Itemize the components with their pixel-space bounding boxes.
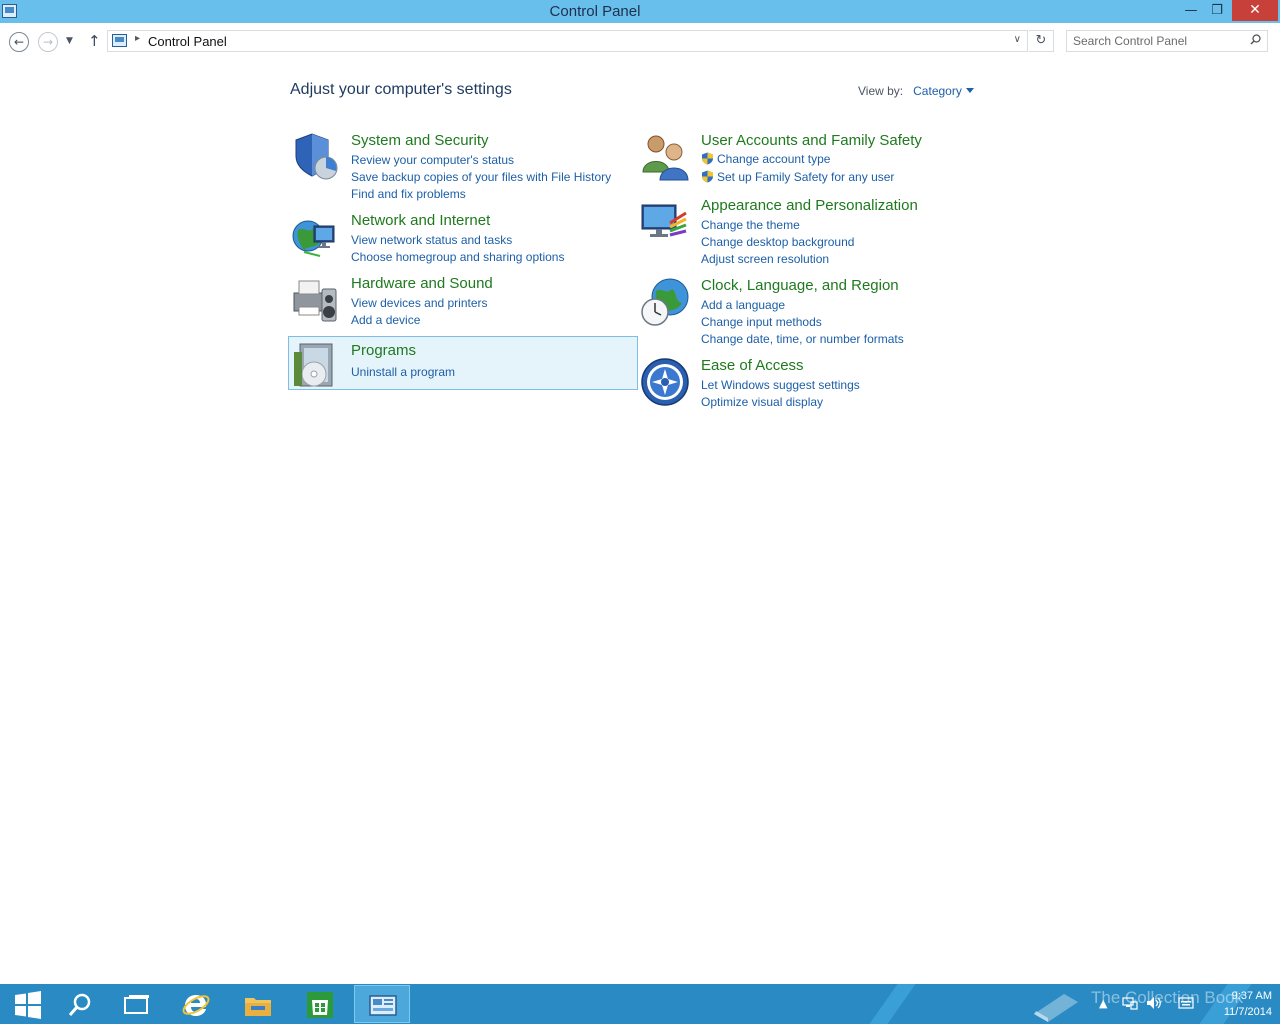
address-dropdown-button[interactable]: ∨ (1014, 34, 1021, 45)
change-account-type-label[interactable]: Change account type (717, 152, 830, 166)
forward-button[interactable]: → (38, 32, 58, 52)
dropdown-caret-icon[interactable] (965, 88, 974, 93)
control-panel-icon[interactable] (368, 991, 398, 1021)
uac-shield-icon (702, 152, 713, 165)
breadcrumb-separator[interactable]: ▸ (135, 33, 140, 44)
network-and-internet-link[interactable]: Network and Internet (351, 212, 490, 229)
change-theme-link[interactable]: Change the theme (701, 217, 854, 234)
windows-logo-icon[interactable] (13, 990, 43, 1020)
navigation-bar: ← → ▼ ↑ ▸ Control Panel ∨ ↻ (0, 23, 1280, 59)
programs-disc-icon[interactable] (290, 342, 340, 392)
view-by-dropdown[interactable]: Category (913, 84, 974, 98)
display-palette-icon[interactable] (640, 197, 690, 247)
uninstall-program-link[interactable]: Uninstall a program (351, 364, 455, 381)
ease-of-access-icon[interactable] (640, 357, 690, 407)
store-bag-icon[interactable] (305, 990, 335, 1020)
back-button[interactable]: ← (9, 32, 29, 52)
ease-of-access-link[interactable]: Ease of Access (701, 357, 804, 374)
hardware-and-sound-link[interactable]: Hardware and Sound (351, 275, 493, 292)
family-safety-label[interactable]: Set up Family Safety for any user (717, 170, 894, 184)
restore-button[interactable]: ❐ (1204, 0, 1230, 21)
uac-shield-icon (702, 170, 713, 183)
search-input[interactable] (1073, 33, 1243, 49)
windows-suggest-settings-link[interactable]: Let Windows suggest settings (701, 377, 860, 394)
view-by-label: View by: (858, 84, 904, 98)
network-tray-icon[interactable] (1122, 996, 1138, 1010)
clock-date[interactable]: 11/7/2014 (1200, 1004, 1272, 1020)
close-button[interactable]: ✕ (1232, 0, 1278, 21)
programs-link[interactable]: Programs (351, 342, 416, 359)
view-network-status-link[interactable]: View network status and tasks (351, 232, 564, 249)
task-view-button[interactable] (108, 985, 164, 1023)
page-title: Adjust your computer's settings (290, 81, 512, 98)
search-icon[interactable] (65, 990, 95, 1020)
printer-speaker-icon[interactable] (290, 275, 340, 325)
internet-explorer-button[interactable] (168, 985, 224, 1023)
add-language-link[interactable]: Add a language (701, 297, 904, 314)
volume-tray-icon[interactable] (1146, 996, 1162, 1010)
change-desktop-background-link[interactable]: Change desktop background (701, 234, 854, 251)
taskbar-stripe (855, 984, 923, 1024)
family-safety-link[interactable]: Set up Family Safety for any user (701, 169, 894, 187)
control-panel-icon (112, 34, 127, 47)
change-account-type-link[interactable]: Change account type (701, 151, 894, 169)
recent-locations-button[interactable]: ▼ (66, 36, 73, 46)
programs-hover-highlight[interactable] (288, 336, 638, 390)
view-by: View by: Category (858, 84, 974, 98)
homegroup-sharing-link[interactable]: Choose homegroup and sharing options (351, 249, 564, 266)
control-panel-taskbar-button[interactable] (354, 985, 410, 1023)
add-device-link[interactable]: Add a device (351, 312, 488, 329)
minimize-button[interactable]: — (1178, 0, 1204, 21)
file-explorer-button[interactable] (230, 985, 286, 1023)
up-button[interactable]: ↑ (88, 32, 101, 50)
start-button[interactable] (0, 985, 56, 1023)
optimize-visual-display-link[interactable]: Optimize visual display (701, 394, 860, 411)
review-computer-status-link[interactable]: Review your computer's status (351, 152, 611, 169)
file-history-backup-link[interactable]: Save backup copies of your files with Fi… (351, 169, 611, 186)
refresh-button[interactable]: ↻ (1029, 30, 1054, 52)
show-hidden-icons-button[interactable]: ▲ (1099, 997, 1107, 1010)
breadcrumb-control-panel[interactable]: Control Panel (148, 34, 227, 49)
folder-icon[interactable] (243, 990, 273, 1020)
change-input-methods-link[interactable]: Change input methods (701, 314, 904, 331)
keyboard-tray-icon[interactable] (1178, 997, 1194, 1009)
adjust-screen-resolution-link[interactable]: Adjust screen resolution (701, 251, 854, 268)
shield-icon[interactable] (290, 132, 340, 182)
appearance-link[interactable]: Appearance and Personalization (701, 197, 918, 214)
taskbar: The Collection Book ▲ 9:37 AM 11/7/2014 (0, 984, 1280, 1024)
view-by-value[interactable]: Category (913, 84, 962, 98)
clock-time[interactable]: 9:37 AM (1200, 988, 1272, 1004)
system-and-security-link[interactable]: System and Security (351, 132, 489, 149)
book-logo-icon (1034, 994, 1078, 1022)
internet-explorer-icon[interactable] (181, 990, 211, 1020)
task-view-icon[interactable] (121, 990, 151, 1020)
window-title: Control Panel (549, 3, 641, 20)
users-icon[interactable] (640, 132, 690, 182)
view-devices-printers-link[interactable]: View devices and printers (351, 295, 488, 312)
store-button[interactable] (292, 985, 348, 1023)
network-globe-icon[interactable] (290, 212, 340, 262)
taskbar-search-button[interactable] (52, 985, 108, 1023)
search-box[interactable] (1066, 30, 1268, 52)
search-icon[interactable] (1250, 34, 1261, 45)
title-bar[interactable]: Control Panel — ❐ ✕ (0, 0, 1280, 23)
clock-language-region-link[interactable]: Clock, Language, and Region (701, 277, 899, 294)
change-date-time-formats-link[interactable]: Change date, time, or number formats (701, 331, 904, 348)
taskbar-clock[interactable]: 9:37 AM 11/7/2014 (1200, 988, 1272, 1020)
address-bar[interactable]: ▸ Control Panel ∨ (107, 30, 1028, 52)
find-and-fix-problems-link[interactable]: Find and fix problems (351, 186, 611, 203)
user-accounts-link[interactable]: User Accounts and Family Safety (701, 132, 922, 149)
clock-globe-icon[interactable] (640, 277, 690, 327)
